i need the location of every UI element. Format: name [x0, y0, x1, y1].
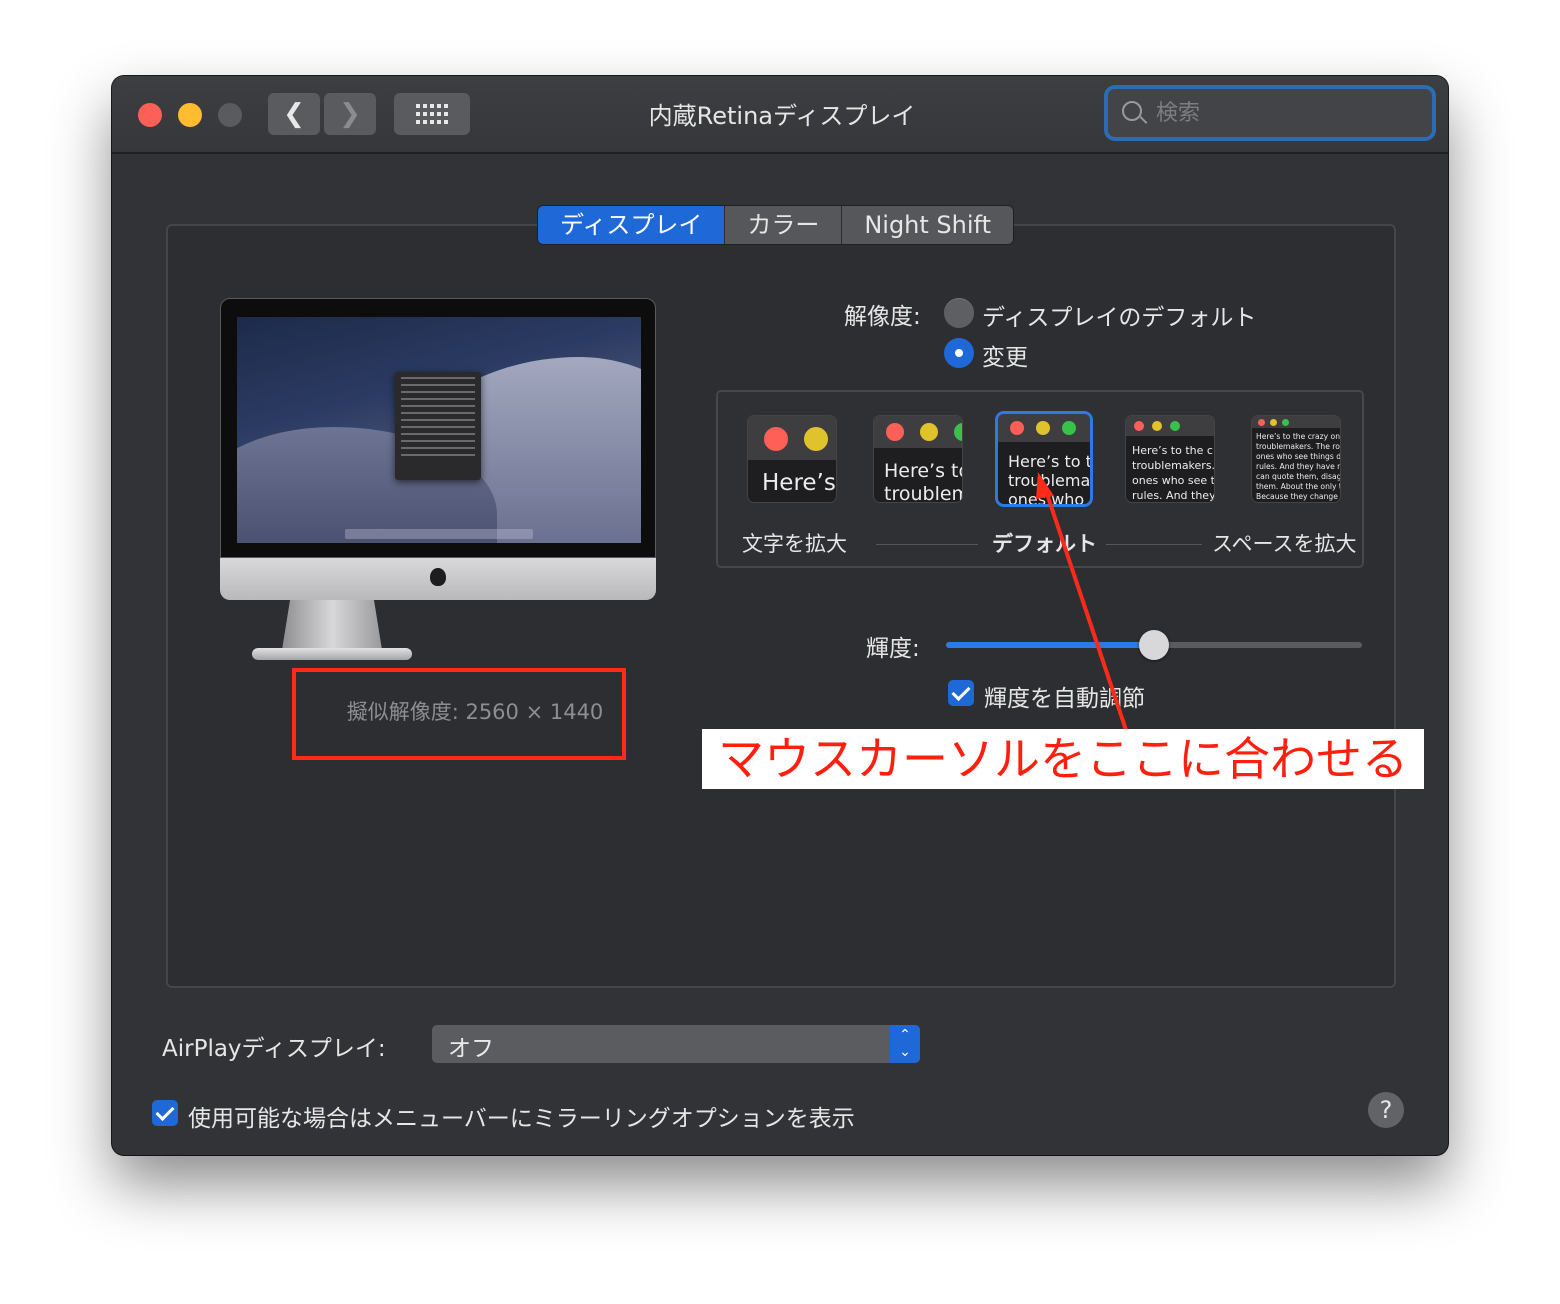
mirroring-label[interactable]: 使用可能な場合はメニューバーにミラーリングオプションを表示 — [188, 1099, 855, 1133]
updown-chevron-icon: ⌃ ⌄ — [890, 1025, 920, 1063]
airplay-popup-value: オフ — [448, 1036, 494, 1062]
mirroring-checkbox[interactable] — [152, 1100, 178, 1126]
airplay-popup[interactable]: オフ ⌃ ⌄ — [432, 1025, 920, 1063]
airplay-label: AirPlayディスプレイ: — [162, 1036, 386, 1062]
annotation-callout: マウスカーソルをここに合わせる — [702, 729, 1424, 789]
help-button[interactable]: ? — [1368, 1092, 1404, 1128]
annotation-arrow — [1036, 472, 1128, 731]
system-preferences-window: ❮ ❯ 内蔵Retinaディスプレイ ディスプレイ カラー Night Shif… — [112, 76, 1448, 1155]
